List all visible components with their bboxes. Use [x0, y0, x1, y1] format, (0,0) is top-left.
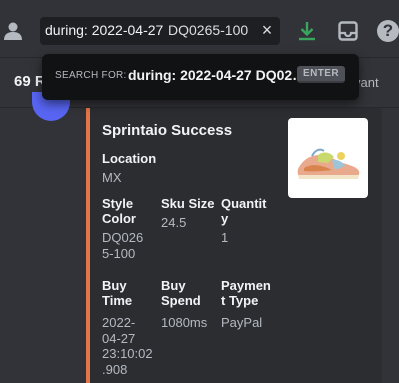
field-name-payment-type: Paymen t Type [221, 278, 271, 308]
search-for-label: SEARCH FOR: [55, 70, 127, 81]
enter-key-badge[interactable]: ENTER [297, 66, 345, 83]
search-query-sku: DQ0265-100 [168, 22, 249, 38]
member-count: 69 R [14, 73, 46, 90]
field-name-sku-size: Sku Size [161, 196, 215, 211]
search-query-date: during: 2022-04-27 [45, 22, 164, 38]
download-icon[interactable] [296, 20, 318, 42]
channel-toolbar: during: 2022-04-27 DQ0265-100 × ? [0, 0, 399, 58]
field-value-sku-size: 24.5 [161, 215, 187, 230]
field-name-style-color: Style Color [102, 196, 136, 226]
search-suggestion-query[interactable]: during: 2022-04-27 DQ0265-100 [128, 67, 308, 83]
clear-icon[interactable]: × [258, 21, 276, 39]
help-icon[interactable]: ? [377, 20, 399, 42]
members-icon[interactable] [2, 21, 24, 41]
inbox-icon[interactable] [338, 21, 358, 41]
field-value-buy-time: 2022- 04-27 23:10:02 .908 [102, 315, 153, 377]
field-value-location: MX [102, 170, 122, 185]
field-name-location: Location [102, 151, 157, 166]
search-suggestion-popout[interactable]: SEARCH FOR: during: 2022-04-27 DQ0265-10… [42, 54, 359, 100]
message-embed: Sprintaio Success Location MX Style Colo… [86, 108, 382, 383]
field-name-quantity: Quantit y [221, 196, 267, 226]
field-name-buy-spend: Buy Spend [161, 278, 201, 308]
field-value-style-color: DQ026 5-100 [102, 230, 144, 261]
field-value-payment-type: PayPal [221, 315, 263, 330]
embed-title: Sprintaio Success [102, 122, 233, 139]
sneaker-thumbnail[interactable] [288, 118, 368, 198]
field-value-buy-spend: 1080ms [161, 315, 208, 330]
search-input[interactable]: during: 2022-04-27 DQ0265-100 × [40, 17, 280, 45]
field-name-buy-time: Buy Time [102, 278, 133, 308]
field-value-quantity: 1 [221, 230, 229, 245]
